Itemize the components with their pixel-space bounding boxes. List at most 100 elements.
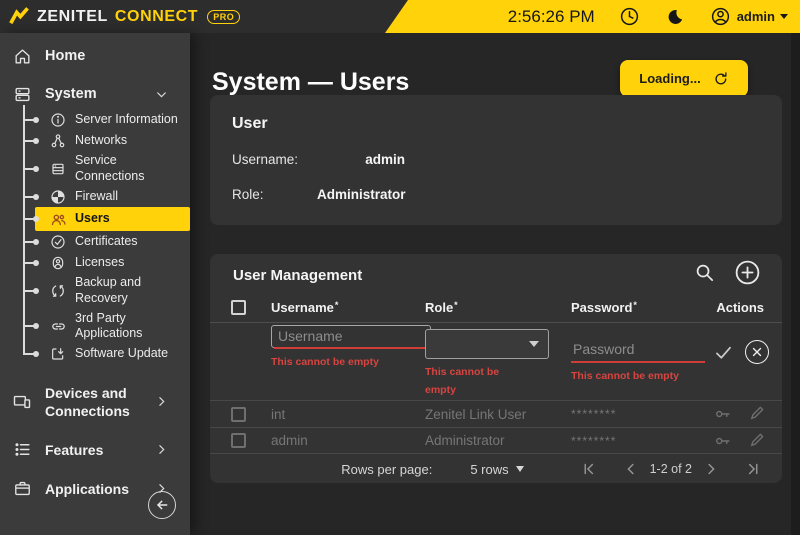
row-role: Zenitel Link User <box>425 407 571 422</box>
password-error-text: This cannot be empty <box>571 368 713 386</box>
tree-connector <box>23 168 34 170</box>
cancel-circle-x-icon[interactable] <box>745 340 769 364</box>
row-username: int <box>271 407 425 422</box>
edit-pencil-icon[interactable] <box>748 404 766 424</box>
sidebar-item-service-connections[interactable]: Service Connections <box>23 151 190 186</box>
sidebar-item-certificates[interactable]: Certificates <box>23 231 190 252</box>
sidebar-item-backup-and-recovery[interactable]: Backup and Recovery <box>23 273 190 308</box>
system-icon <box>12 85 32 104</box>
sidebar-item-label: Server Information <box>75 112 178 128</box>
rows-per-page-select[interactable]: 5 rows <box>470 462 523 477</box>
row-actions <box>713 404 766 424</box>
sidebar-item-home[interactable]: Home <box>0 41 190 71</box>
pagination: 1-2 of 2 <box>580 460 762 478</box>
username-label: Username: <box>232 152 317 167</box>
home-icon <box>12 47 32 66</box>
sidebar-item-firewall[interactable]: Firewall <box>23 186 190 207</box>
tree-connector <box>23 241 34 243</box>
loading-refresh-button[interactable]: Loading... <box>620 60 748 97</box>
search-icon[interactable] <box>693 261 716 284</box>
certificates-icon <box>49 234 67 250</box>
sidebar-item-3rd-party-applications[interactable]: 3rd Party Applications <box>23 309 190 344</box>
brand-secondary: CONNECT <box>115 8 198 26</box>
add-user-icon[interactable] <box>733 258 762 287</box>
tree-connector <box>23 290 34 292</box>
sidebar-item-label: 3rd Party Applications <box>75 311 187 342</box>
column-header-password: Password* <box>571 300 713 315</box>
username-input-wrapper <box>271 325 431 348</box>
features-list-icon <box>12 440 32 459</box>
tree-connector <box>23 262 34 264</box>
previous-page-icon[interactable] <box>622 460 640 478</box>
dark-mode-moon-icon[interactable] <box>666 8 684 26</box>
first-page-icon[interactable] <box>580 460 598 478</box>
new-role-select[interactable] <box>425 329 549 359</box>
link-icon <box>49 318 67 335</box>
refresh-icon <box>713 71 729 87</box>
sidebar-item-licenses[interactable]: Licenses <box>23 252 190 273</box>
next-page-icon[interactable] <box>702 460 720 478</box>
role-row: Role: Administrator <box>232 187 405 202</box>
topbar-right: 2:56:26 PM admin <box>508 0 788 33</box>
system-subtree: Server Information Networks <box>23 109 190 365</box>
loading-button-label: Loading... <box>639 71 700 86</box>
new-username-input[interactable] <box>274 324 428 349</box>
account-caret-down-icon[interactable] <box>780 14 788 19</box>
table-row[interactable]: int Zenitel Link User ******** <box>210 400 782 427</box>
table-row[interactable]: admin Administrator ******** <box>210 427 782 454</box>
brand-pro-badge: PRO <box>207 10 240 24</box>
sidebar-item-software-update[interactable]: Software Update <box>23 344 190 365</box>
key-password-icon[interactable] <box>713 404 733 424</box>
topbar: ZENITEL CONNECT PRO 2:56:26 PM admin <box>0 0 800 33</box>
sidebar-item-users[interactable]: Users <box>35 207 190 231</box>
select-all-checkbox[interactable] <box>231 300 246 315</box>
chevron-right-icon <box>155 443 168 456</box>
collapse-sidebar-button[interactable] <box>148 491 176 519</box>
sidebar-item-label: Service Connections <box>75 153 187 184</box>
backup-recovery-icon <box>49 283 67 299</box>
key-password-icon[interactable] <box>713 431 733 451</box>
zenitel-logo-icon <box>8 6 30 28</box>
confirm-check-icon[interactable] <box>713 342 734 363</box>
user-management-card: User Management Username* Role* Password… <box>210 254 782 483</box>
chevron-right-icon <box>155 395 168 408</box>
edit-pencil-icon[interactable] <box>748 431 766 451</box>
page-title: System — Users <box>212 68 409 97</box>
tree-connector <box>23 353 34 355</box>
sidebar-item-features[interactable]: Features <box>0 434 190 465</box>
sidebar: Home System Server Information <box>0 33 190 535</box>
sidebar-item-label: Users <box>75 211 110 227</box>
row-checkbox[interactable] <box>231 433 246 448</box>
sidebar-item-devices-and-connections[interactable]: Devices and Connections <box>0 378 190 426</box>
clock-icon[interactable] <box>619 6 640 27</box>
sidebar-item-label: Backup and Recovery <box>75 275 187 306</box>
role-label: Role: <box>232 187 317 202</box>
new-user-row: This cannot be empty This cannot be empt… <box>210 324 782 400</box>
tree-connector <box>23 119 34 121</box>
row-password-masked: ******** <box>571 434 713 448</box>
sidebar-item-networks[interactable]: Networks <box>23 130 190 151</box>
required-asterisk: * <box>633 300 637 310</box>
brand: ZENITEL CONNECT PRO <box>8 0 240 33</box>
sidebar-item-label: Firewall <box>75 189 118 205</box>
table-header-row: Username* Role* Password* Actions <box>210 292 782 323</box>
users-icon <box>49 211 67 228</box>
account-username[interactable]: admin <box>737 9 775 24</box>
select-caret-down-icon <box>516 466 524 472</box>
last-page-icon[interactable] <box>744 460 762 478</box>
sidebar-item-label: Features <box>45 441 103 459</box>
new-password-input[interactable] <box>571 336 705 363</box>
sidebar-item-label: Certificates <box>75 234 138 250</box>
service-connections-icon <box>49 161 67 177</box>
scrollbar-track[interactable] <box>791 33 800 535</box>
chevron-down-icon <box>155 88 168 101</box>
sidebar-item-server-information[interactable]: Server Information <box>23 109 190 130</box>
row-checkbox[interactable] <box>231 407 246 422</box>
row-actions <box>713 431 766 451</box>
username-error-text: This cannot be empty <box>271 354 425 372</box>
new-role-cell: This cannot be empty <box>425 324 571 400</box>
sidebar-item-system[interactable]: System <box>0 79 190 109</box>
account-icon[interactable] <box>710 6 731 27</box>
licenses-icon <box>49 255 67 271</box>
rows-per-page-label: Rows per page: <box>341 462 432 477</box>
